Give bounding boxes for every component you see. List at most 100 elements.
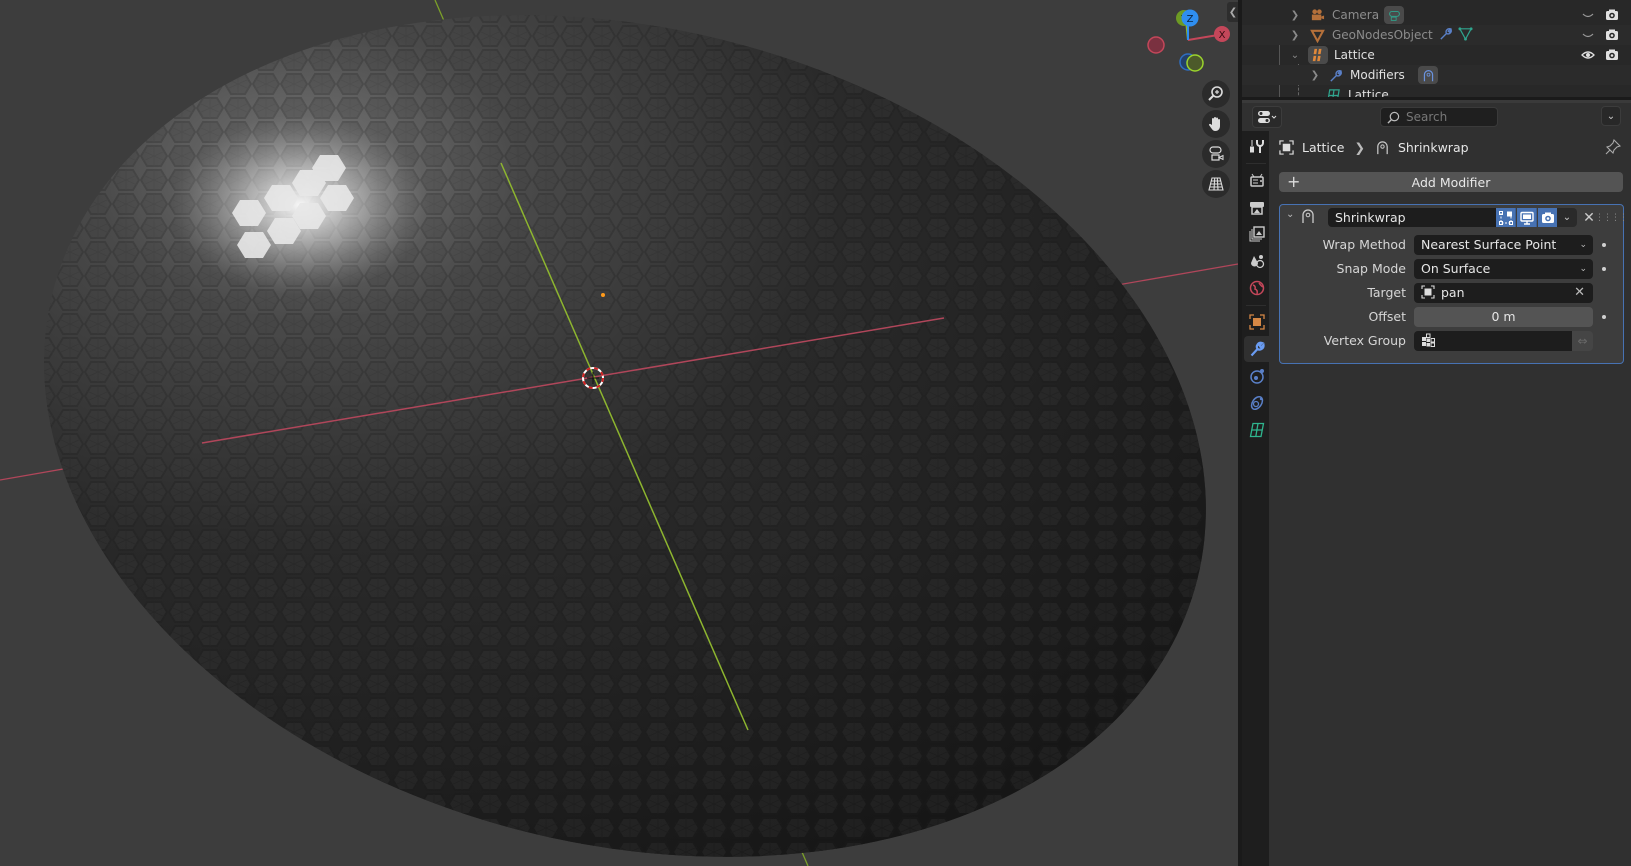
chevron-right-icon[interactable]: ❯	[1290, 30, 1300, 41]
gizmo-neg-x	[1147, 36, 1165, 54]
tab-view-layer[interactable]	[1244, 221, 1269, 247]
tool-icon	[1249, 140, 1264, 153]
tab-tool[interactable]	[1244, 133, 1269, 159]
shrinkwrap-modifier-icon	[1377, 140, 1388, 154]
render-toggle[interactable]	[1538, 208, 1558, 227]
chevron-right-icon[interactable]: ❯	[1290, 10, 1300, 21]
target-label: Target	[1367, 285, 1406, 300]
hidden-icon[interactable]	[1581, 28, 1595, 42]
wrap-method-row: Wrap Method Nearest Surface Point ⌄	[1280, 235, 1623, 255]
outliner-row-modifiers[interactable]: ❯ Modifiers	[1242, 65, 1631, 85]
modifier-header[interactable]: ⌄ ⌄ ✕ ⋮⋮⋮⋮	[1280, 205, 1628, 229]
camera-object-icon	[1308, 6, 1326, 24]
modifier-extras-dropdown[interactable]: ⌄	[1557, 208, 1577, 227]
edit-mode-icon	[1498, 210, 1513, 225]
tab-world[interactable]	[1244, 275, 1269, 301]
tab-physics[interactable]	[1244, 363, 1269, 389]
object-icon	[1248, 314, 1265, 330]
tab-output[interactable]	[1244, 194, 1269, 220]
snap-mode-select[interactable]: On Surface ⌄	[1414, 259, 1593, 279]
chevron-down-icon[interactable]: ⌄	[1286, 209, 1294, 220]
outliner-row-lattice-data[interactable]: Lattice	[1242, 85, 1631, 97]
search-field[interactable]	[1380, 107, 1498, 127]
view-layer-icon	[1249, 226, 1265, 242]
outliner-row-camera[interactable]: ❯ Camera	[1242, 5, 1631, 25]
zoom-button[interactable]	[1202, 80, 1230, 108]
offset-input[interactable]: 0 m	[1414, 307, 1593, 327]
shrinkwrap-modifier-panel: ⌄ ⌄ ✕ ⋮⋮⋮⋮ Wrap Method Neares	[1279, 204, 1628, 364]
target-field[interactable]: pan ✕	[1414, 283, 1593, 303]
options-dropdown[interactable]: ⌄	[1601, 106, 1621, 126]
render-camera-icon[interactable]	[1605, 28, 1619, 42]
chevron-down-icon: ⌄	[1579, 264, 1587, 274]
lattice-data-icon	[1324, 86, 1342, 97]
keyframe-dot[interactable]	[1602, 267, 1606, 271]
mesh-data-icon[interactable]	[1458, 26, 1473, 44]
render-camera-icon[interactable]	[1605, 48, 1619, 62]
outliner-row-geonodesobject[interactable]: ❯ GeoNodesObject	[1242, 25, 1631, 45]
lattice-data-icon	[1249, 422, 1264, 438]
3d-viewport[interactable]: Y X Z ❮	[0, 0, 1238, 866]
svg-text:X: X	[1219, 30, 1226, 41]
mesh-object-icon	[1308, 26, 1326, 44]
modifier-name-input[interactable]	[1328, 208, 1496, 227]
wrap-method-label: Wrap Method	[1322, 237, 1406, 252]
invert-vertex-group-button[interactable]: ⇔	[1572, 331, 1593, 351]
eye-icon[interactable]	[1581, 48, 1595, 62]
viewport-toggle[interactable]	[1517, 208, 1537, 227]
properties-editor[interactable]: ⌄	[1242, 103, 1631, 866]
add-modifier-button[interactable]: + Add Modifier	[1279, 172, 1623, 192]
hidden-icon[interactable]	[1581, 8, 1595, 22]
vertex-group-field[interactable]	[1414, 331, 1572, 351]
wrench-icon[interactable]	[1438, 26, 1453, 44]
sidebar-collapse-toggle[interactable]: ❮	[1227, 2, 1238, 22]
tab-modifiers[interactable]	[1244, 336, 1269, 362]
viewport-scene[interactable]	[0, 0, 1238, 866]
object-icon	[1279, 139, 1294, 155]
vertex-group-row: Vertex Group ⇔	[1280, 331, 1623, 351]
tab-render[interactable]	[1244, 167, 1269, 193]
properties-header: ⌄	[1242, 103, 1631, 131]
render-icon	[1249, 173, 1264, 187]
properties-tabs	[1242, 131, 1269, 866]
tab-data[interactable]	[1244, 417, 1269, 443]
chevron-right-icon: ❯	[1354, 139, 1365, 155]
wrench-icon	[1250, 341, 1265, 357]
svg-text:Z: Z	[1187, 14, 1194, 25]
ortho-grid-icon	[1208, 177, 1224, 191]
target-row: Target pan ✕	[1280, 283, 1623, 303]
close-icon: ✕	[1583, 209, 1595, 226]
keyframe-dot[interactable]	[1602, 243, 1606, 247]
chevron-down-icon[interactable]: ⌄	[1290, 50, 1300, 61]
editor-type-menu[interactable]	[1252, 106, 1282, 128]
tab-object[interactable]	[1244, 309, 1269, 335]
chevron-right-icon[interactable]: ❯	[1310, 70, 1320, 81]
ortho-toggle-button[interactable]	[1202, 170, 1230, 198]
outliner-label: Lattice	[1334, 48, 1375, 62]
tab-constraints[interactable]	[1244, 390, 1269, 416]
wrap-method-value: Nearest Surface Point	[1421, 237, 1557, 252]
object-icon	[1421, 285, 1435, 299]
navigation-gizmo[interactable]: Y X Z	[1140, 4, 1238, 74]
keyframe-dot[interactable]	[1602, 315, 1606, 319]
outliner[interactable]: ❯ Camera ❯ GeoNodesObject ⌄ Lattice ❯ Mo…	[1242, 0, 1631, 100]
edit-mode-toggle[interactable]	[1496, 208, 1516, 227]
camera-data-icon[interactable]	[1384, 6, 1404, 24]
render-camera-icon[interactable]	[1605, 8, 1619, 22]
search-input[interactable]	[1406, 110, 1496, 124]
pin-icon[interactable]	[1605, 139, 1621, 155]
clear-target-icon[interactable]: ✕	[1574, 283, 1585, 303]
tab-scene[interactable]	[1244, 248, 1269, 274]
wrap-method-select[interactable]: Nearest Surface Point ⌄	[1414, 235, 1593, 255]
monitor-icon	[1519, 211, 1534, 225]
shrinkwrap-modifier-icon[interactable]	[1418, 66, 1438, 84]
camera-view-button[interactable]	[1202, 140, 1230, 168]
pan-button[interactable]	[1202, 110, 1230, 138]
world-icon	[1249, 280, 1264, 296]
search-icon	[1387, 111, 1400, 124]
drag-handle[interactable]: ⋮⋮⋮⋮	[1595, 208, 1628, 227]
outliner-row-lattice[interactable]: ⌄ Lattice	[1242, 45, 1631, 65]
add-modifier-label: Add Modifier	[1411, 174, 1491, 190]
render-camera-icon	[1542, 212, 1554, 223]
outliner-label: GeoNodesObject	[1332, 28, 1433, 42]
